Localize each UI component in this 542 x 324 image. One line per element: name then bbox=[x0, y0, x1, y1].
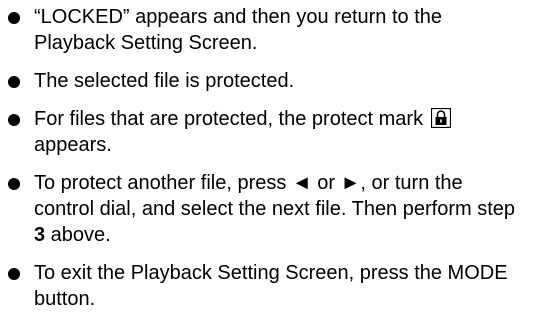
list-item: “LOCKED” appears and then you return to … bbox=[4, 4, 534, 56]
item-text-line: appears. bbox=[34, 134, 112, 156]
bullet-icon bbox=[8, 268, 20, 280]
item-text-segment: For files that are protected, the protec… bbox=[34, 108, 424, 130]
bullet-icon bbox=[8, 12, 20, 24]
item-text-line: “LOCKED” appears and then you return to … bbox=[34, 6, 443, 28]
instruction-bullet-list: “LOCKED” appears and then you return to … bbox=[4, 4, 534, 324]
item-text-line-with-icon: For files that are protected, the protec… bbox=[34, 106, 534, 132]
item-text-line: To exit the Playback Setting Screen, pre… bbox=[34, 262, 508, 284]
item-text-segment: above. bbox=[45, 224, 111, 246]
list-item: To exit the Playback Setting Screen, pre… bbox=[4, 260, 534, 312]
item-text-line: Playback Setting Screen. bbox=[34, 32, 258, 54]
step-number: 3 bbox=[34, 224, 46, 246]
bullet-icon bbox=[8, 114, 20, 126]
item-text-line: control dial, and select the next file. … bbox=[34, 198, 516, 220]
bullet-icon bbox=[8, 178, 20, 190]
item-text-line: button. bbox=[34, 288, 96, 310]
item-text-line: The selected file is protected. bbox=[34, 70, 295, 92]
item-text-line: To protect another file, press ◄ or ►, o… bbox=[34, 172, 463, 194]
lock-icon bbox=[430, 108, 451, 128]
item-text-line: 3 above. bbox=[34, 222, 534, 248]
bullet-icon bbox=[8, 76, 20, 88]
list-item: To protect another file, press ◄ or ►, o… bbox=[4, 170, 534, 248]
list-item: The selected file is protected. bbox=[4, 68, 534, 94]
list-item: For files that are protected, the protec… bbox=[4, 106, 534, 158]
